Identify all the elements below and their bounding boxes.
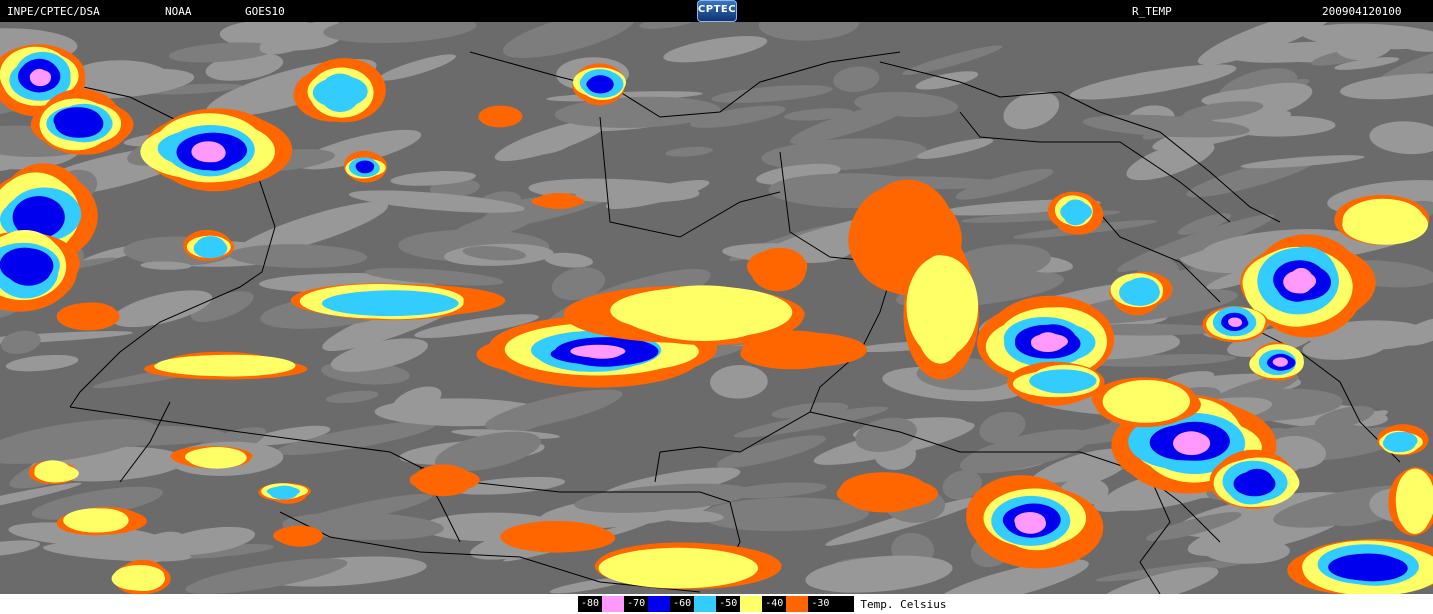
- cloud-top-band: [1272, 358, 1287, 366]
- temperature-legend: -80 -70 -60 -50 -40 -30 Temp. Celsius: [0, 594, 1433, 614]
- legend-swatch: -70: [624, 595, 671, 613]
- cloud-top-band: [1397, 476, 1433, 534]
- legend-swatch-color: [648, 596, 671, 612]
- cloud-top-band: [68, 512, 125, 531]
- satellite-image: [0, 22, 1433, 594]
- legend-swatch: -30: [808, 595, 855, 613]
- cloud-top-band: [62, 303, 111, 328]
- legend-swatch: -60: [670, 595, 717, 613]
- cloud-top-band: [30, 68, 48, 86]
- cloud-top-band: [1174, 431, 1208, 455]
- legend-unit-label: Temp. Celsius: [860, 597, 947, 611]
- cloud-top-band: [1035, 332, 1061, 352]
- satellite-map-svg: [0, 22, 1433, 594]
- cloud-top-band: [479, 108, 521, 128]
- legend-swatch: -50: [716, 595, 763, 613]
- cloud-top-band: [1328, 553, 1404, 581]
- legend-swatch-label: -60: [670, 596, 695, 612]
- legend-swatch-label: -50: [716, 596, 741, 612]
- cloud-top-band: [754, 247, 806, 281]
- cloud-top-band: [586, 77, 613, 91]
- cloud-top-band: [271, 485, 298, 500]
- cloud-top-band: [1119, 279, 1160, 306]
- legend-swatch: -80: [578, 595, 625, 613]
- satellite-label: GOES10: [245, 5, 285, 18]
- legend-swatch-label: -40: [762, 596, 787, 612]
- product-label: R_TEMP: [1132, 5, 1172, 18]
- cloud-top-band: [321, 290, 459, 317]
- cloud-top-band: [54, 109, 102, 138]
- cloud-top-band: [577, 345, 618, 358]
- legend-swatch: -40: [762, 595, 809, 613]
- cloud-top-band: [273, 528, 321, 544]
- cloud-top-band: [914, 255, 965, 355]
- cloud-top-band: [1228, 318, 1242, 327]
- cloud-top-band: [836, 477, 939, 510]
- cloud-top-band: [1112, 382, 1184, 418]
- legend-swatch-label: -80: [578, 596, 603, 612]
- storm-cell: [1334, 195, 1430, 245]
- cloud-top-band: [505, 526, 608, 552]
- cloud-top-band: [356, 161, 372, 172]
- cloud-top-band: [34, 464, 79, 483]
- cloud-top-band: [1029, 369, 1097, 393]
- cloud-top-band: [1060, 201, 1092, 222]
- legend-row: -80 -70 -60 -50 -40 -30 Temp. Celsius: [578, 595, 946, 613]
- cloud-top-band: [1014, 512, 1046, 530]
- legend-swatch-label: -70: [624, 596, 649, 612]
- cloud-top-band: [114, 565, 165, 586]
- cloud-top-band: [409, 468, 480, 492]
- cptec-logo: CPTEC: [697, 0, 737, 22]
- cloud-top-band: [5, 250, 52, 286]
- cloud-top-band: [155, 355, 278, 376]
- cloud-top-band: [1283, 270, 1314, 294]
- cloud-top-band: [312, 77, 365, 108]
- legend-swatch-label: -30: [808, 596, 833, 612]
- cloud-top-band: [1342, 204, 1428, 245]
- cloud-top-band: [1382, 434, 1416, 453]
- institution-label: INPE/CPTEC/DSA: [7, 5, 100, 18]
- cloud-top-band: [193, 238, 228, 259]
- agency-label: NOAA: [165, 5, 192, 18]
- legend-swatch-color: [786, 596, 809, 612]
- timestamp-label: 200904120100: [1322, 5, 1402, 18]
- legend-swatch-color: [832, 596, 855, 612]
- cloud-top-band: [536, 193, 581, 209]
- cloud-top-band: [1233, 471, 1276, 497]
- cloud-top-band: [612, 549, 755, 587]
- cloud-top-band: [620, 286, 793, 339]
- cloud-top-band: [191, 447, 243, 467]
- header-bar: INPE/CPTEC/DSA NOAA GOES10 CPTEC R_TEMP …: [0, 0, 1433, 22]
- legend-swatch-color: [740, 596, 763, 612]
- legend-swatch-color: [602, 596, 625, 612]
- cloud-top-band: [741, 330, 844, 368]
- legend-swatch-color: [694, 596, 717, 612]
- cloud-top-band: [199, 143, 226, 163]
